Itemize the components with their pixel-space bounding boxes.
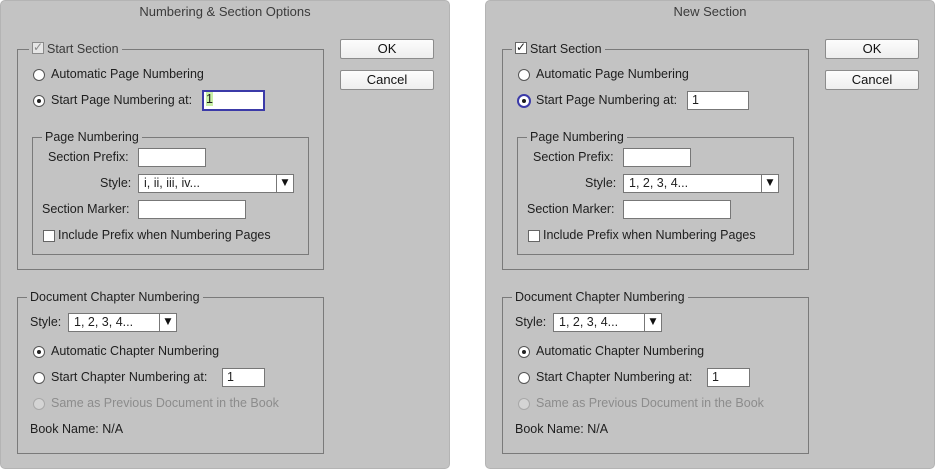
document-chapter-numbering-legend: Document Chapter Numbering: [512, 289, 688, 305]
start-page-number-value: 1: [692, 93, 699, 107]
start-chapter-numbering-label: Start Chapter Numbering at:: [51, 370, 208, 384]
start-chapter-numbering-label: Start Chapter Numbering at:: [536, 370, 693, 384]
automatic-chapter-numbering-radio[interactable]: [518, 346, 530, 358]
automatic-page-numbering-label: Automatic Page Numbering: [536, 67, 689, 81]
cancel-button[interactable]: Cancel: [340, 70, 434, 90]
ok-button[interactable]: OK: [825, 39, 919, 59]
same-as-previous-radio: [518, 398, 530, 410]
start-page-numbering-radio[interactable]: [517, 94, 531, 108]
section-marker-label: Section Marker:: [42, 202, 130, 216]
start-section-checkbox[interactable]: [515, 40, 527, 54]
start-chapter-numbering-radio[interactable]: [518, 372, 530, 384]
chapter-style-value: 1, 2, 3, 4...: [559, 315, 619, 329]
include-prefix-label: Include Prefix when Numbering Pages: [58, 228, 271, 242]
page-style-value: i, ii, iii, iv...: [144, 176, 201, 190]
section-prefix-field[interactable]: [623, 148, 691, 167]
start-page-numbering-label: Start Page Numbering at:: [51, 93, 193, 107]
include-prefix-label: Include Prefix when Numbering Pages: [543, 228, 756, 242]
style-label: Style:: [100, 176, 132, 190]
automatic-page-numbering-label: Automatic Page Numbering: [51, 67, 204, 81]
section-marker-label: Section Marker:: [527, 202, 615, 216]
start-page-number-field[interactable]: 1: [202, 90, 265, 111]
start-page-numbering-radio[interactable]: [33, 95, 45, 107]
section-prefix-label: Section Prefix:: [533, 150, 614, 164]
section-marker-field[interactable]: [138, 200, 246, 219]
chevron-down-icon: ▼: [761, 175, 778, 192]
chevron-down-icon: ▼: [159, 314, 176, 331]
automatic-page-numbering-radio[interactable]: [518, 69, 530, 81]
same-as-previous-label: Same as Previous Document in the Book: [51, 396, 279, 410]
document-chapter-numbering-legend: Document Chapter Numbering: [27, 289, 203, 305]
chapter-style-label: Style:: [30, 315, 62, 329]
start-page-number-field[interactable]: 1: [687, 91, 749, 110]
section-prefix-field[interactable]: [138, 148, 206, 167]
chapter-style-select[interactable]: 1, 2, 3, 4... ▼: [68, 313, 177, 332]
start-section-checkbox[interactable]: [32, 40, 44, 54]
start-section-legend: Start Section: [512, 40, 605, 57]
dialog-title: Numbering & Section Options: [139, 4, 311, 19]
page-style-select[interactable]: 1, 2, 3, 4... ▼: [623, 174, 779, 193]
book-name-label: Book Name: N/A: [30, 422, 124, 436]
ok-button[interactable]: OK: [340, 39, 434, 59]
new-section-dialog: New Section OK Cancel Start Section Auto…: [485, 0, 935, 469]
start-section-label: Start Section: [530, 42, 602, 56]
start-chapter-number-value: 1: [227, 370, 234, 384]
section-marker-field[interactable]: [623, 200, 731, 219]
book-name-label: Book Name: N/A: [515, 422, 609, 436]
automatic-chapter-numbering-label: Automatic Chapter Numbering: [536, 344, 705, 358]
start-page-numbering-label: Start Page Numbering at:: [536, 93, 678, 107]
start-section-legend: Start Section: [29, 40, 122, 57]
start-chapter-number-field[interactable]: 1: [707, 368, 750, 387]
automatic-page-numbering-radio[interactable]: [33, 69, 45, 81]
chevron-down-icon: ▼: [276, 175, 293, 192]
start-chapter-number-field[interactable]: 1: [222, 368, 265, 387]
start-section-label: Start Section: [47, 42, 119, 56]
page-style-select[interactable]: i, ii, iii, iv... ▼: [138, 174, 294, 193]
chapter-style-label: Style:: [515, 315, 547, 329]
start-chapter-number-value: 1: [712, 370, 719, 384]
page-style-value: 1, 2, 3, 4...: [629, 176, 689, 190]
style-label: Style:: [585, 176, 617, 190]
chapter-style-select[interactable]: 1, 2, 3, 4... ▼: [553, 313, 662, 332]
start-chapter-numbering-radio[interactable]: [33, 372, 45, 384]
chapter-style-value: 1, 2, 3, 4...: [74, 315, 134, 329]
same-as-previous-label: Same as Previous Document in the Book: [536, 396, 764, 410]
cancel-button[interactable]: Cancel: [825, 70, 919, 90]
include-prefix-checkbox[interactable]: [528, 230, 540, 242]
include-prefix-checkbox[interactable]: [43, 230, 55, 242]
same-as-previous-radio: [33, 398, 45, 410]
section-prefix-label: Section Prefix:: [48, 150, 129, 164]
start-page-number-value: 1: [206, 92, 213, 106]
automatic-chapter-numbering-label: Automatic Chapter Numbering: [51, 344, 220, 358]
page-numbering-legend: Page Numbering: [42, 129, 142, 145]
page-numbering-legend: Page Numbering: [527, 129, 627, 145]
dialog-title: New Section: [673, 4, 747, 19]
chevron-down-icon: ▼: [644, 314, 661, 331]
automatic-chapter-numbering-radio[interactable]: [33, 346, 45, 358]
numbering-section-options-dialog: Numbering & Section Options OK Cancel St…: [0, 0, 450, 469]
